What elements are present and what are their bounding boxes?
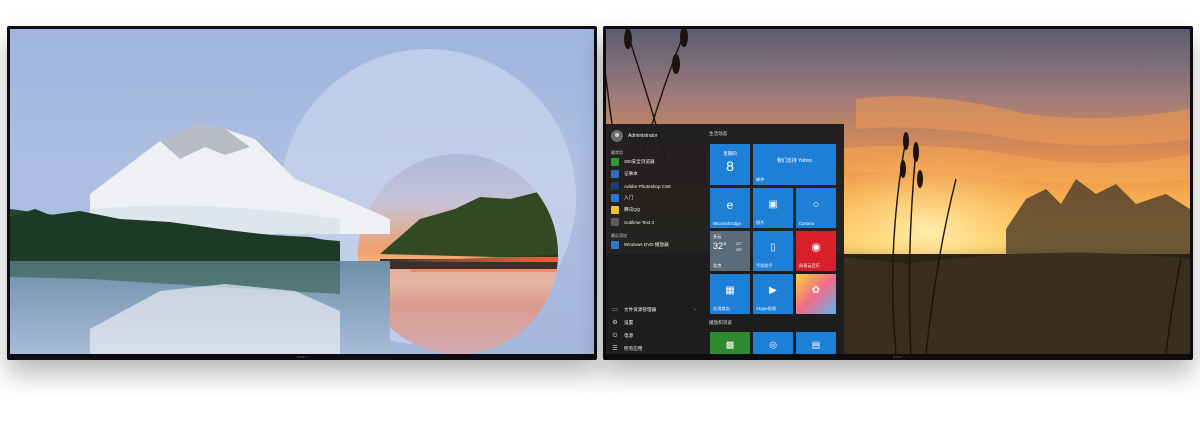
start-menu: Administrator 最常用 360安全浏览器 记事本 Adobe Pho… [606,124,844,354]
tile-group-play: 播放和浏览 [709,320,732,325]
app-item-sublime[interactable]: Sublime Text 3 [611,217,654,227]
groove-music-tile[interactable]: ◎ [753,332,793,354]
cortana-icon: ○ [812,198,820,211]
get-started-icon [611,194,619,202]
tv-left-screen [10,29,594,354]
photos-tile[interactable]: ▣ 照片 [753,188,793,228]
game-tile[interactable]: ✿ [796,274,836,314]
phone-icon: ▯ [770,241,776,253]
power-icon: ⏻ [612,333,618,339]
dvd-player-icon [611,241,619,249]
sublime-icon [611,218,619,226]
tv-right-screen: Administrator 最常用 360安全浏览器 记事本 Adobe Pho… [606,29,1190,354]
tv-brand-logo: SONY [892,355,904,359]
cortana-tile[interactable]: ○ Cortana [796,188,836,228]
recently-added-label: 最近添加 [611,233,627,238]
app-item-photoshop[interactable]: Adobe Photoshop CS6 [611,181,671,191]
product-photo: SONY Administrator 最常用 360安全浏览器 记事本 Adob… [0,0,1200,423]
calendar-tile[interactable]: 星期四 8 [710,144,750,185]
start-menu-left-pane: Administrator 最常用 360安全浏览器 记事本 Adobe Pho… [606,124,704,354]
settings-item[interactable]: ⚙ 设置 [612,318,633,328]
music-icon: ◉ [811,241,821,254]
user-name: Administrator [628,133,658,139]
skype-tile[interactable]: ▶ Skype视频 [753,274,793,314]
power-item[interactable]: ⏻ 电源 [612,331,634,341]
store-icon: ▦ [725,284,735,296]
list-icon: ☰ [612,346,618,352]
photos-icon: ▣ [768,198,778,210]
app-item-dvd-player[interactable]: Windows DVD 播放器 [611,240,669,250]
mountain-lake-art [10,49,576,354]
video-camera-icon: ▶ [769,284,777,296]
store-tile[interactable]: ▦ 应用商店 [710,274,750,314]
weather-tile[interactable]: 多云 32° 32° 25° 北京 [710,231,750,271]
tv-brand-logo: SONY [296,355,308,359]
clapperboard-icon: ▤ [811,339,821,350]
tv-right: Administrator 最常用 360安全浏览器 记事本 Adobe Pho… [603,26,1193,360]
edge-icon: e [726,197,734,212]
app-item-360-browser[interactable]: 360安全浏览器 [611,157,655,167]
qq-icon [611,206,619,214]
movies-tv-tile[interactable]: ▤ [796,332,836,354]
most-used-label: 最常用 [611,150,623,155]
all-apps-item[interactable]: ☰ 所有应用 [612,344,642,354]
user-account[interactable]: Administrator [611,130,657,142]
photoshop-icon [611,182,619,190]
app-item-notepad[interactable]: 记事本 [611,169,638,179]
gear-icon: ⚙ [612,320,618,326]
app-item-get-started[interactable]: 入门 [611,193,633,203]
folder-icon: ▭ [612,307,618,313]
tv-left: SONY [7,26,597,360]
app-item-qq[interactable]: 腾讯QQ [611,205,640,215]
phone-assistant-tile[interactable]: ▯ 手机助手 [753,231,793,271]
file-explorer-item[interactable]: ▭ 文件资源管理器 [612,305,656,315]
mail-tile[interactable]: 我们支持 Yahoo 邮件 [753,144,836,185]
disc-icon: ◎ [769,339,777,350]
minecraft-icon: ▩ [725,339,735,350]
game-art-icon: ✿ [811,284,821,296]
edge-tile[interactable]: e Microsoft Edge [710,188,750,228]
user-avatar-icon [611,130,623,142]
browser-360-icon [611,158,619,166]
netease-music-tile[interactable]: ◉ 网易云音乐 [796,231,836,271]
mountain-lake-wallpaper [10,29,594,354]
notepad-icon [611,170,619,178]
minecraft-tile[interactable]: ▩ [710,332,750,354]
chevron-right-icon: › [694,307,696,313]
tile-group-life: 生活动态 [709,131,728,136]
